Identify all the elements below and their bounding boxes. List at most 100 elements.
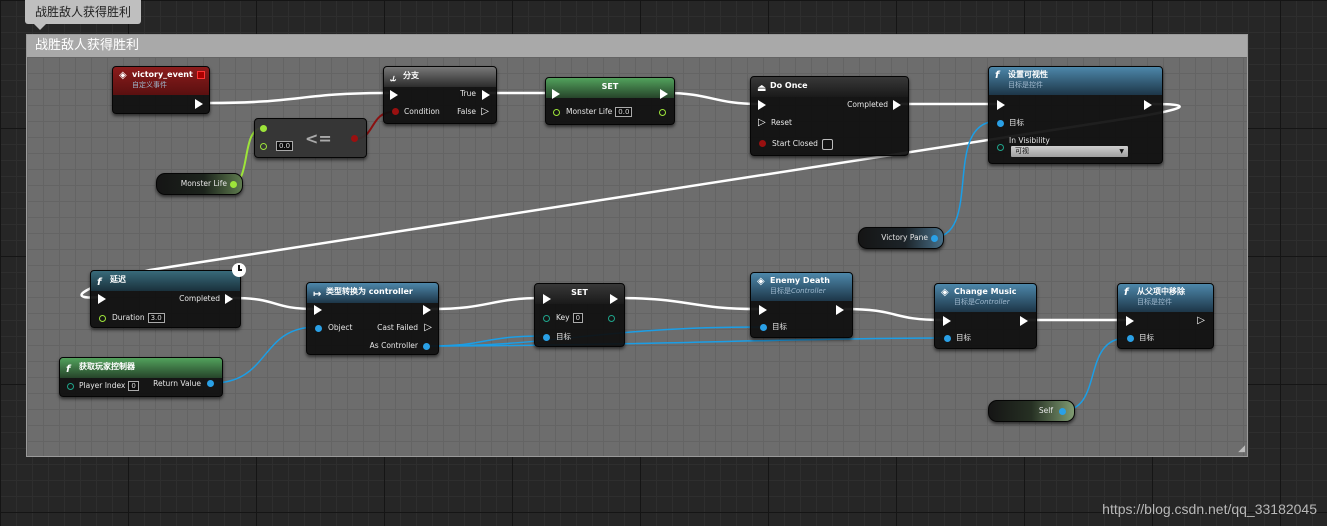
compare-node[interactable]: 0.0 <= [254,118,367,158]
bool-out-pin[interactable] [351,135,358,142]
exec-out-pin[interactable] [610,294,618,304]
key-out-pin[interactable] [608,315,615,322]
delay-node[interactable]: f 延迟 Completed Duration 3.0 [90,270,241,328]
exec-in-pin[interactable] [314,305,322,315]
branch-node[interactable]: ⥿ 分支 Condition True False ▷ [383,66,497,124]
exec-out-pin[interactable]: ▷ [1197,316,1205,326]
node-title: Change Music [954,287,1017,296]
completed-label: Completed [847,100,888,109]
cast-arrow-icon: ↦ [313,289,322,300]
float-in-pin[interactable] [553,109,560,116]
node-header[interactable]: f 延迟 [91,271,240,291]
object-label: Object [328,323,353,332]
monster-life-getter[interactable]: Monster Life [156,173,243,195]
target-pin[interactable] [543,334,550,341]
float-out-pin[interactable] [659,109,666,116]
exec-out-pin[interactable] [660,89,668,99]
node-subtitle: 目标是控件 [1008,81,1043,89]
remove-from-parent-node[interactable]: f 从父项中移除 目标是控件 ▷ 目标 [1117,283,1214,349]
set-monster-life-node[interactable]: SET Monster Life 0.0 [545,77,675,125]
true-exec-pin[interactable] [482,90,490,100]
exec-out-pin[interactable] [195,99,203,109]
false-exec-pin[interactable]: ▷ [481,107,489,117]
object-out-pin[interactable] [931,235,938,242]
comment-title[interactable]: 战胜敌人获得胜利 [27,35,1247,58]
start-closed-pin[interactable] [759,140,766,147]
cast-node[interactable]: ↦ 类型转换为 controller Object Cast Failed ▷ … [306,282,439,355]
object-pin[interactable] [315,325,322,332]
node-header[interactable]: f 设置可视性 目标是控件 [989,67,1162,95]
node-header[interactable]: ↦ 类型转换为 controller [307,283,438,303]
exec-in-pin[interactable] [543,294,551,304]
node-header[interactable]: ◈ Change Music 目标是Controller [935,284,1036,312]
exec-in-pin[interactable] [758,100,766,110]
node-subtitle-class: Controller [975,298,1010,306]
return-value-pin[interactable] [207,380,214,387]
resize-grip-icon[interactable]: ◢ [1238,444,1245,454]
float-in-pin-b[interactable] [260,143,267,150]
exec-in-pin[interactable] [552,89,560,99]
duration-value-box[interactable]: 3.0 [147,313,165,323]
self-reference-node[interactable]: Self [988,400,1075,422]
condition-pin[interactable] [392,108,399,115]
diamond-event-icon: ◈ [119,70,127,81]
get-player-controller-node[interactable]: f 获取玩家控制器 Player Index 0 Return Value [59,357,223,397]
node-header[interactable]: SET [546,78,674,98]
victory-event-node[interactable]: ◈ victory_event 自定义事件 [112,66,210,114]
node-subtitle-class: Controller [791,287,826,295]
exec-out-pin[interactable] [836,305,844,315]
node-header[interactable]: ⥿ 分支 [384,67,496,87]
node-header[interactable]: ◈ victory_event 自定义事件 [113,67,209,95]
player-index-value-box[interactable]: 0 [128,381,139,391]
key-value-box[interactable]: 0 [572,313,584,323]
set-key-node[interactable]: SET Key 0 目标 [534,283,625,347]
float-out-pin[interactable] [230,181,237,188]
node-title: 获取玩家控制器 [79,362,135,371]
compare-value-box[interactable]: 0.0 [276,141,294,151]
completed-exec-pin[interactable] [893,100,901,110]
target-pin[interactable] [1127,335,1134,342]
player-index-pin[interactable] [67,383,74,390]
exec-in-pin[interactable] [759,305,767,315]
node-header[interactable]: f 获取玩家控制器 [60,358,222,378]
set-visibility-node[interactable]: f 设置可视性 目标是控件 目标 In Visibility 可视 ▼ [988,66,1163,164]
watermark: https://blog.csdn.net/qq_33182045 [1102,501,1317,517]
self-out-pin[interactable] [1059,408,1066,415]
visibility-dropdown[interactable]: 可视 ▼ [1011,146,1128,157]
exec-out-pin[interactable] [1144,100,1152,110]
exec-out-pin[interactable] [1020,316,1028,326]
exec-in-pin[interactable] [997,100,1005,110]
enemy-death-node[interactable]: ◈ Enemy Death 目标是Controller 目标 [750,272,853,338]
function-f-icon: f [995,70,1000,81]
target-pin[interactable] [760,324,767,331]
in-visibility-pin[interactable] [997,144,1004,151]
exec-in-pin[interactable] [1126,316,1134,326]
node-header[interactable]: f 从父项中移除 目标是控件 [1118,284,1213,312]
value-box[interactable]: 0.0 [615,107,633,117]
change-music-node[interactable]: ◈ Change Music 目标是Controller 目标 [934,283,1037,349]
reset-exec-pin[interactable]: ▷ [758,118,766,128]
exec-in-pin[interactable] [98,294,106,304]
delegate-pin-icon[interactable] [197,71,205,79]
do-once-node[interactable]: ⏏ Do Once Completed ▷ Reset Start Closed [750,76,909,156]
completed-exec-pin[interactable] [225,294,233,304]
node-header[interactable]: ◈ Enemy Death 目标是Controller [751,273,852,301]
target-pin[interactable] [944,335,951,342]
duration-pin[interactable] [99,315,106,322]
graph-tab[interactable]: 战胜敌人获得胜利 [25,0,142,24]
float-in-pin-a[interactable] [260,125,267,132]
exec-out-pin[interactable] [423,305,431,315]
node-subtitle-prefix: 目标是 [770,287,791,295]
exec-in-pin[interactable] [943,316,951,326]
node-title: 延迟 [110,275,126,284]
node-subtitle: 目标是控件 [1137,298,1172,306]
node-header[interactable]: ⏏ Do Once [751,77,908,97]
victory-pane-getter[interactable]: Victory Pane [858,227,944,249]
key-pin[interactable] [543,315,550,322]
as-controller-pin[interactable] [423,343,430,350]
target-pin[interactable] [997,120,1004,127]
pin-label: Monster Life [566,107,613,116]
start-closed-checkbox[interactable] [822,139,833,150]
exec-in-pin[interactable] [390,90,398,100]
cast-failed-exec-pin[interactable]: ▷ [424,323,432,333]
